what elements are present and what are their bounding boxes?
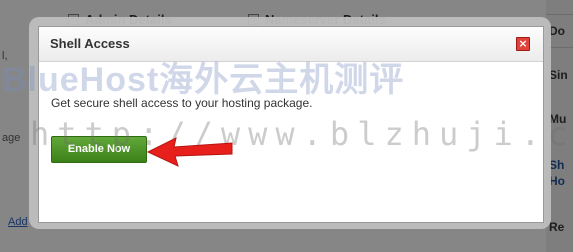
dialog-title: Shell Access: [50, 36, 130, 51]
enable-now-button[interactable]: Enable Now: [51, 136, 147, 163]
close-icon[interactable]: ×: [516, 37, 530, 51]
shell-access-dialog: Shell Access × Get secure shell access t…: [38, 26, 544, 223]
red-arrow-icon: [146, 137, 233, 167]
dialog-description: Get secure shell access to your hosting …: [51, 96, 313, 110]
dialog-header: Shell Access ×: [39, 27, 543, 62]
